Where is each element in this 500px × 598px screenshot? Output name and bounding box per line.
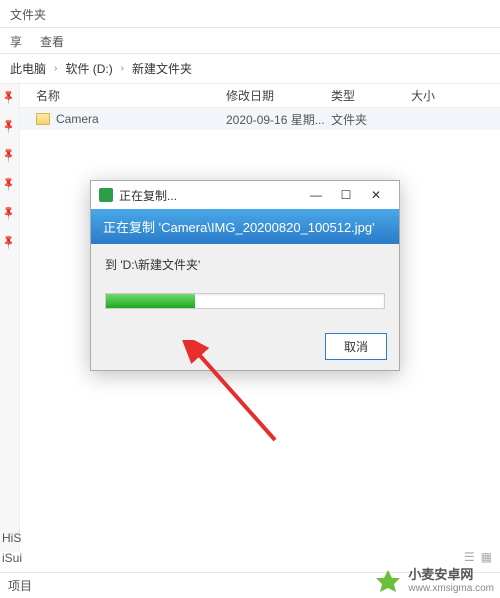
sidebar-item-label: HiS bbox=[2, 528, 22, 548]
column-name[interactable]: 名称 bbox=[36, 87, 226, 104]
pin-icon: 📌 bbox=[1, 205, 18, 222]
dialog-footer: 取消 bbox=[91, 323, 399, 370]
chevron-right-icon: › bbox=[121, 63, 124, 74]
destination-text: 到 'D:\新建文件夹' bbox=[105, 256, 385, 273]
pin-icon: 📌 bbox=[1, 147, 18, 164]
minimize-button[interactable]: — bbox=[301, 184, 331, 206]
column-size[interactable]: 大小 bbox=[411, 87, 500, 104]
dialog-title: 正在复制... bbox=[119, 187, 301, 204]
thumbnail-view-icon[interactable]: ▦ bbox=[481, 550, 492, 564]
cancel-button[interactable]: 取消 bbox=[325, 333, 387, 360]
progress-fill bbox=[106, 294, 195, 308]
chevron-right-icon: › bbox=[54, 63, 57, 74]
menu-share[interactable]: 享 bbox=[10, 33, 22, 48]
breadcrumb-drive[interactable]: 软件 (D:) bbox=[65, 60, 112, 77]
maximize-button[interactable]: ☐ bbox=[331, 184, 361, 206]
column-headers: 名称 修改日期 类型 大小 bbox=[20, 84, 500, 108]
title-text: 文件夹 bbox=[10, 6, 46, 21]
progress-bar bbox=[105, 293, 385, 309]
details-view-icon[interactable]: ☰ bbox=[464, 550, 475, 564]
menu-bar: 享 查看 bbox=[0, 28, 500, 54]
watermark: 小麦安卓网 www.xmsigma.com bbox=[374, 568, 494, 594]
dialog-titlebar[interactable]: 正在复制... — ☐ ✕ bbox=[91, 181, 399, 209]
view-toggle: ☰ ▦ bbox=[464, 550, 492, 564]
watermark-url: www.xmsigma.com bbox=[408, 583, 494, 594]
file-date: 2020-09-16 星期... bbox=[226, 111, 331, 128]
logo-icon bbox=[374, 568, 402, 594]
pin-icon: 📌 bbox=[1, 176, 18, 193]
breadcrumb[interactable]: 此电脑 › 软件 (D:) › 新建文件夹 bbox=[0, 54, 500, 84]
close-button[interactable]: ✕ bbox=[361, 184, 391, 206]
pin-icon: 📌 bbox=[1, 118, 18, 135]
file-type: 文件夹 bbox=[331, 111, 411, 128]
pin-icon: 📌 bbox=[1, 234, 18, 251]
copy-dialog: 正在复制... — ☐ ✕ 正在复制 'Camera\IMG_20200820_… bbox=[90, 180, 400, 371]
pin-icon: 📌 bbox=[1, 89, 18, 106]
title-bar: 文件夹 bbox=[0, 0, 500, 28]
file-name: Camera bbox=[56, 112, 99, 126]
status-text: 项目 bbox=[8, 577, 32, 594]
copy-icon bbox=[99, 188, 113, 202]
sidebar-fragments: HiS iSui bbox=[2, 528, 22, 568]
dialog-header: 正在复制 'Camera\IMG_20200820_100512.jpg' bbox=[91, 209, 399, 244]
copying-text: 正在复制 'Camera\IMG_20200820_100512.jpg' bbox=[103, 220, 375, 235]
column-type[interactable]: 类型 bbox=[331, 87, 411, 104]
quick-access-pins: 📌 📌 📌 📌 📌 📌 bbox=[0, 84, 20, 552]
menu-view[interactable]: 查看 bbox=[40, 33, 64, 48]
breadcrumb-folder[interactable]: 新建文件夹 bbox=[132, 60, 192, 77]
folder-icon bbox=[36, 113, 50, 125]
watermark-name: 小麦安卓网 bbox=[408, 568, 494, 582]
sidebar-item-label: iSui bbox=[2, 548, 22, 568]
table-row[interactable]: Camera 2020-09-16 星期... 文件夹 bbox=[20, 108, 500, 130]
breadcrumb-root[interactable]: 此电脑 bbox=[10, 60, 46, 77]
column-date[interactable]: 修改日期 bbox=[226, 87, 331, 104]
dialog-body: 到 'D:\新建文件夹' bbox=[91, 244, 399, 323]
